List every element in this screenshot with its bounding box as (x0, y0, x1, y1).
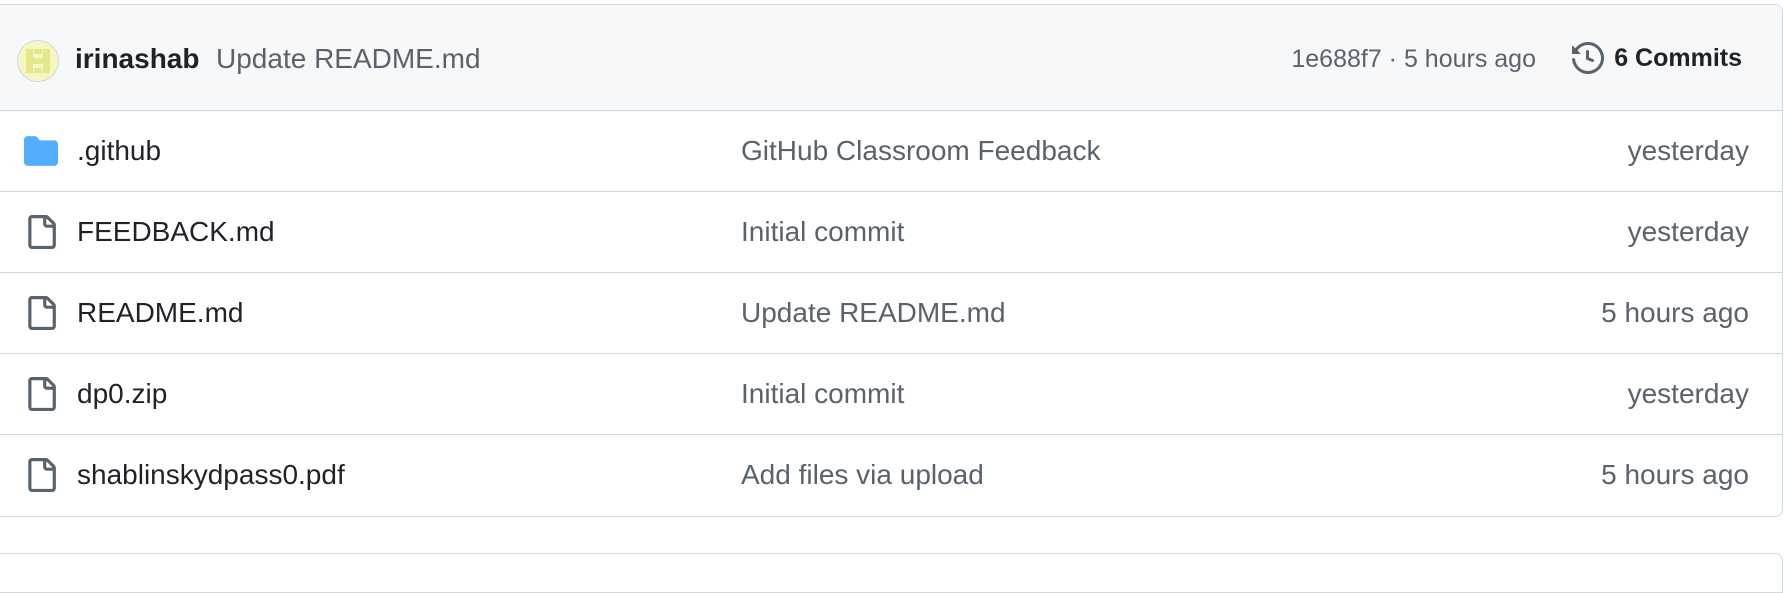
commits-history-link[interactable]: 6 Commits (1572, 38, 1742, 78)
file-commit-message-link[interactable]: Initial commit (741, 378, 904, 410)
file-table: irinashab Update README.md 1e688f7 · 5 h… (0, 4, 1783, 517)
file-row-feedback[interactable]: FEEDBACK.md Initial commit yesterday (0, 192, 1782, 273)
readme-panel-edge (0, 553, 1783, 593)
file-row-readme[interactable]: README.md Update README.md 5 hours ago (0, 273, 1782, 354)
latest-commit-message-link[interactable]: Update README.md (216, 43, 481, 75)
history-icon (1572, 42, 1605, 74)
commit-author-link[interactable]: irinashab (75, 43, 199, 75)
file-icon (24, 377, 58, 411)
author-avatar[interactable] (17, 40, 59, 82)
file-name-link[interactable]: README.md (77, 297, 243, 329)
folder-icon (24, 134, 58, 168)
latest-commit-header: irinashab Update README.md 1e688f7 · 5 h… (0, 5, 1782, 111)
file-name-link[interactable]: dp0.zip (77, 378, 167, 410)
identicon-avatar-icon (18, 41, 58, 81)
file-commit-date: yesterday (1627, 378, 1749, 409)
commits-count-label: 6 Commits (1614, 43, 1742, 72)
file-icon (24, 296, 58, 330)
file-commit-message-link[interactable]: GitHub Classroom Feedback (741, 135, 1100, 167)
file-commit-date: 5 hours ago (1601, 297, 1749, 328)
file-icon (24, 458, 58, 492)
commit-sha-and-time[interactable]: 1e688f7 · 5 hours ago (1291, 45, 1536, 74)
file-icon (24, 215, 58, 249)
file-commit-message-link[interactable]: Add files via upload (741, 459, 984, 491)
file-commit-message-link[interactable]: Initial commit (741, 216, 904, 248)
file-commit-date: 5 hours ago (1601, 459, 1749, 490)
file-name-link[interactable]: .github (77, 135, 161, 167)
file-row-dp0-zip[interactable]: dp0.zip Initial commit yesterday (0, 354, 1782, 435)
file-name-link[interactable]: shablinskydpass0.pdf (77, 459, 345, 491)
file-row-github[interactable]: .github GitHub Classroom Feedback yester… (0, 111, 1782, 192)
file-row-pdf[interactable]: shablinskydpass0.pdf Add files via uploa… (0, 435, 1782, 516)
file-commit-message-link[interactable]: Update README.md (741, 297, 1006, 329)
file-commit-date: yesterday (1627, 135, 1749, 166)
file-name-link[interactable]: FEEDBACK.md (77, 216, 275, 248)
file-commit-date: yesterday (1627, 216, 1749, 247)
